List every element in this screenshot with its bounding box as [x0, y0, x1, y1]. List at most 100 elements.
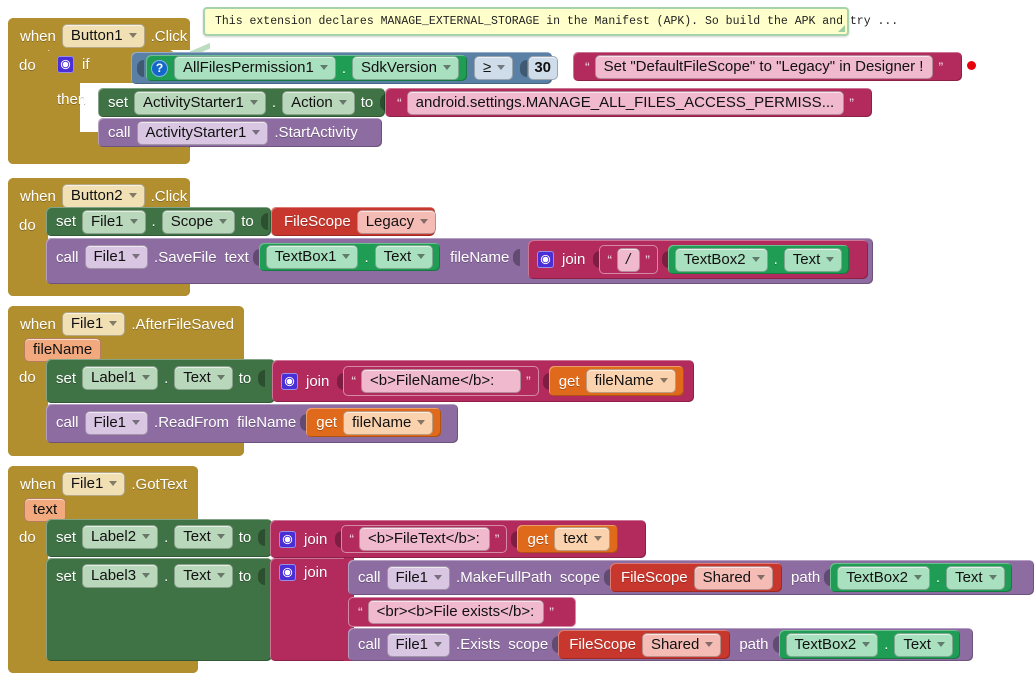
variable-dropdown-filename[interactable]: fileName: [343, 410, 434, 435]
helper-block-filescope-shared[interactable]: FileScope Shared: [558, 630, 731, 659]
filescope-dropdown-shared[interactable]: Shared: [641, 632, 722, 657]
comparison-block-sdkversion[interactable]: ? AllFilesPermission1 . SdkVersion ≥ 30: [131, 52, 559, 84]
value-socket: [258, 567, 266, 585]
component-dropdown-file1[interactable]: File1: [84, 245, 149, 269]
component-dropdown-allfilespermission1[interactable]: AllFilesPermission1: [174, 56, 336, 80]
component-getter-textbox2-text[interactable]: TextBox2 . Text: [778, 630, 960, 659]
component-dropdown-label2[interactable]: Label2: [82, 525, 159, 549]
text-block-filename-html[interactable]: “ <b>FileName</b>: ”: [343, 366, 539, 396]
mutator-gear-icon[interactable]: [279, 530, 296, 548]
component-dropdown-activitystarter1[interactable]: ActivityStarter1: [136, 120, 269, 145]
text-field-slash[interactable]: /: [617, 247, 641, 272]
property-dropdown-text[interactable]: Text: [174, 525, 233, 549]
component-dropdown-file1[interactable]: File1: [386, 632, 451, 657]
operator-dropdown[interactable]: ≥: [473, 56, 514, 80]
chevron-down-icon: [109, 321, 118, 326]
setter-block-activitystarter1-action[interactable]: set ActivityStarter1 . Action to: [98, 88, 388, 117]
component-dropdown-file1[interactable]: File1: [61, 472, 126, 496]
property-dropdown-text[interactable]: Text: [174, 366, 233, 390]
text-field-file-exists-html[interactable]: <br><b>File exists</b>:: [367, 600, 545, 624]
component-dropdown-textbox2[interactable]: TextBox2: [674, 247, 768, 272]
helper-block-filescope-legacy[interactable]: FileScope Legacy: [271, 207, 437, 236]
text-field-filetext-html[interactable]: <b>FileText</b>:: [359, 527, 490, 551]
component-getter-allfilespermission1-sdkversion[interactable]: ? AllFilesPermission1 . SdkVersion: [146, 55, 467, 81]
chevron-down-icon: [338, 99, 347, 105]
component-dropdown-button2[interactable]: Button2: [61, 184, 145, 208]
component-dropdown-file1[interactable]: File1: [84, 410, 149, 435]
set-label: set: [108, 94, 129, 111]
arg-label-scope: scope: [559, 569, 600, 586]
call-label: call: [56, 414, 79, 431]
label3-setter-row: set Label3 . Text to: [52, 564, 266, 588]
text-block-filetext-html[interactable]: “ <b>FileText</b>: ”: [341, 525, 508, 553]
event-name-label: .Click: [150, 27, 188, 45]
variable-get-filename[interactable]: get fileName: [306, 408, 442, 437]
text-block-manage-all-files-action[interactable]: “ android.settings.MANAGE_ALL_FILES_ACCE…: [385, 88, 872, 117]
filescope-dropdown-shared[interactable]: Shared: [693, 565, 774, 590]
blocks-canvas[interactable]: This extension declares MANAGE_EXTERNAL_…: [0, 0, 1035, 681]
property-dropdown-text[interactable]: Text: [174, 564, 233, 588]
close-quote-icon: ”: [849, 94, 854, 111]
chevron-down-icon: [420, 218, 429, 224]
close-quote-icon: ”: [549, 604, 554, 620]
mutator-gear-icon[interactable]: [537, 251, 554, 268]
component-getter-textbox2-text[interactable]: TextBox2 . Text: [667, 245, 850, 274]
method-call-file1-makefullpath[interactable]: call File1 .MakeFullPath scope FileScope…: [348, 560, 1034, 595]
component-dropdown-label1[interactable]: Label1: [82, 366, 159, 390]
property-dropdown-text[interactable]: Text: [783, 247, 843, 272]
dot-separator: .: [884, 636, 889, 653]
method-name-label: .SaveFile: [154, 248, 217, 266]
filescope-dropdown-legacy[interactable]: Legacy: [356, 209, 437, 234]
text-block-file-exists-html[interactable]: “ <br><b>File exists</b>: ”: [348, 597, 576, 627]
variable-get-text[interactable]: get text: [517, 525, 618, 553]
component-getter-textbox1-text[interactable]: TextBox1 . Text: [258, 243, 441, 271]
chevron-down-icon: [659, 378, 668, 383]
set-label: set: [56, 213, 77, 230]
property-dropdown-text[interactable]: Text: [894, 632, 953, 657]
open-quote-icon: “: [585, 58, 590, 75]
method-call-startactivity[interactable]: call ActivityStarter1 .StartActivity: [98, 118, 382, 147]
number-field-30[interactable]: 30: [528, 56, 559, 80]
component-dropdown-file1[interactable]: File1: [82, 209, 146, 234]
mutator-gear-icon[interactable]: [57, 56, 74, 73]
helper-block-filescope-shared[interactable]: FileScope Shared: [609, 563, 783, 592]
dot-separator: .: [164, 369, 169, 387]
to-label: to: [238, 369, 252, 387]
method-call-file1-exists[interactable]: call File1 .Exists scope FileScope Share…: [348, 628, 973, 661]
component-dropdown-file1[interactable]: File1: [61, 312, 126, 336]
property-dropdown-text[interactable]: Text: [374, 245, 434, 269]
component-dropdown-button1[interactable]: Button1: [61, 24, 145, 48]
text-field-action-value[interactable]: android.settings.MANAGE_ALL_FILES_ACCESS…: [406, 90, 845, 115]
join-block-filepath[interactable]: join “ / ” TextBox2 . Text: [528, 240, 868, 279]
event-block-button1-bottom: [8, 148, 190, 164]
property-dropdown-scope[interactable]: Scope: [161, 209, 236, 234]
mutator-gear-icon[interactable]: [281, 372, 298, 390]
component-getter-textbox2-text[interactable]: TextBox2 . Text: [830, 563, 1012, 592]
call-label: call: [358, 636, 381, 653]
if-header: if: [52, 56, 94, 73]
help-icon[interactable]: ?: [151, 59, 168, 77]
component-dropdown-textbox2[interactable]: TextBox2: [837, 565, 930, 590]
comment-bubble[interactable]: This extension declares MANAGE_EXTERNAL_…: [203, 7, 898, 36]
component-dropdown-textbox1[interactable]: TextBox1: [265, 245, 359, 269]
open-quote-icon: “: [349, 531, 355, 547]
join-block-label2[interactable]: join “ <b>FileText</b>: ” get text: [270, 520, 646, 558]
component-dropdown-file1[interactable]: File1: [386, 565, 451, 590]
component-dropdown-textbox2[interactable]: TextBox2: [785, 632, 879, 657]
variable-get-filename[interactable]: get fileName: [548, 366, 684, 396]
join-block-label1[interactable]: join “ <b>FileName</b>: ” get fileName: [272, 360, 694, 402]
text-field-filename-html[interactable]: <b>FileName</b>:: [361, 369, 522, 393]
property-dropdown-action[interactable]: Action: [282, 90, 355, 115]
variable-dropdown-text[interactable]: text: [554, 527, 610, 551]
variable-dropdown-filename[interactable]: fileName: [585, 369, 676, 393]
component-dropdown-label3[interactable]: Label3: [82, 564, 159, 588]
setter-block-file1-scope[interactable]: set File1 . Scope to: [46, 207, 271, 236]
text-field-designer-hint[interactable]: Set "DefaultFileScope" to "Legacy" in De…: [594, 54, 934, 79]
text-block-slash[interactable]: “ / ”: [599, 245, 658, 274]
property-dropdown-text[interactable]: Text: [946, 565, 1005, 590]
set-label: set: [56, 369, 77, 387]
text-block-designer-hint[interactable]: “ Set "DefaultFileScope" to "Legacy" in …: [573, 52, 962, 81]
component-dropdown-activitystarter1[interactable]: ActivityStarter1: [134, 90, 266, 115]
mutator-gear-icon[interactable]: [279, 564, 296, 581]
property-dropdown-sdkversion[interactable]: SdkVersion: [352, 56, 459, 80]
